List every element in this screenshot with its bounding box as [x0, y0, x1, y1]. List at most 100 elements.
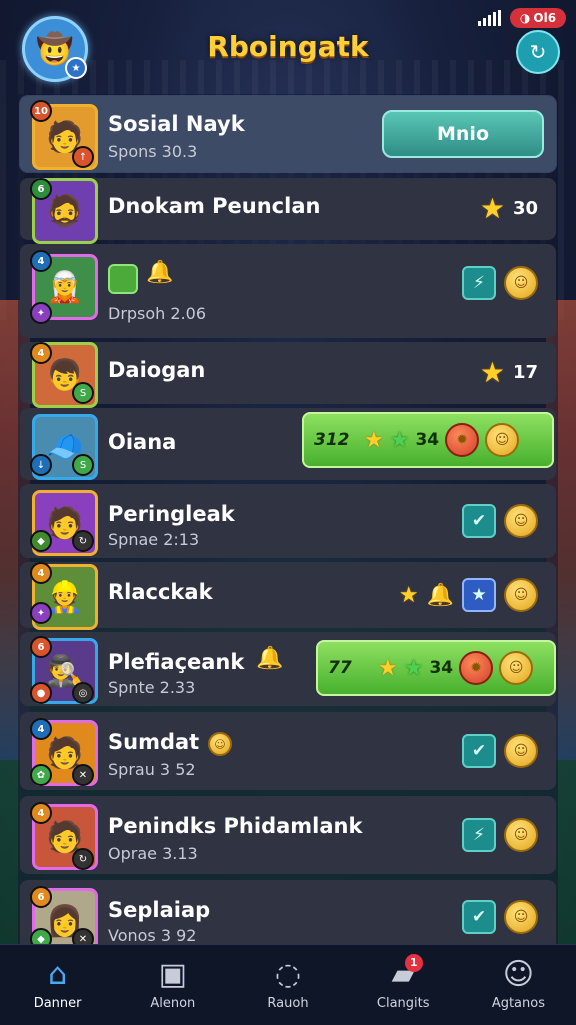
player-name: Plefiaçeank: [108, 650, 245, 674]
check-icon: ✔: [462, 900, 496, 934]
list-item[interactable]: 👦 4 S Daiogan ★ 17: [20, 342, 556, 408]
list-item[interactable]: 🧑 ◆ ↻ Peringleak Spnae 2:13 ✔ ☺: [20, 484, 556, 558]
nav-label: Agtanos: [491, 995, 545, 1011]
player-stat: Spnte 2.33: [108, 678, 196, 697]
list-item[interactable]: 🧔 6 Dnokam Peunclan ★ 30: [20, 178, 556, 244]
list-item[interactable]: 👷 4 ✦ Rlacckak ★ 🔔 ★ ☺: [20, 562, 556, 630]
coin-icon: ☺: [504, 818, 538, 852]
signal-icon: [478, 10, 501, 26]
bell-icon: 🔔: [256, 646, 284, 671]
refresh-icon: ↻: [529, 40, 547, 64]
player-stat: Spons 30.3: [108, 142, 198, 161]
nav-label: Rauoh: [267, 995, 309, 1011]
player-name: Seplaiap: [108, 898, 211, 922]
player-stat: Oprae 3.13: [108, 844, 198, 863]
player-name: Dnokam Peunclan: [108, 194, 321, 218]
star-icon: ★: [479, 192, 505, 225]
level-badge-icon: ↻: [72, 530, 94, 552]
red-coin-icon: ✹: [459, 651, 494, 685]
row-action-button[interactable]: Mnio: [382, 110, 544, 158]
coin-icon: ☺: [504, 504, 538, 538]
row-icons: ★ 🔔 ★ ☺: [399, 578, 538, 612]
level-badge-icon: ✦: [30, 602, 52, 624]
star-icon: ★: [398, 582, 419, 608]
level-badge-icon: ◆: [30, 530, 52, 552]
player-stat: Drpsoh 2.06: [108, 304, 207, 323]
check-icon: ⚡: [462, 266, 496, 300]
nav-item-clock[interactable]: ◌ Rauoh: [230, 945, 345, 1025]
level-badge-icon: ✕: [72, 764, 94, 786]
refresh-button[interactable]: ↻: [516, 30, 560, 74]
page-title: Rboingatk: [207, 30, 369, 63]
score-group: ★ 17: [480, 356, 538, 389]
row-icons: ✔ ☺: [462, 504, 538, 538]
coin-icon: ☺: [485, 423, 520, 457]
score-value: 17: [512, 362, 538, 383]
bonus-right-value: 34: [415, 430, 440, 450]
nav-item-home[interactable]: ⌂ Danner: [0, 945, 115, 1025]
nav-item-inbox[interactable]: ▣ Alenon: [115, 945, 230, 1025]
level-badge-icon: ●: [30, 682, 52, 704]
battery-icon: ◑: [519, 11, 531, 25]
level-badge-icon: ↻: [72, 848, 94, 870]
green-star-icon: ★: [403, 655, 424, 681]
level-badge-icon: S: [72, 454, 94, 476]
player-stat: Sprau 3 52: [108, 760, 196, 779]
rank-badge: 6: [30, 886, 52, 908]
player-name: Peringleak: [108, 502, 235, 526]
blue-star-icon: ★: [462, 578, 496, 612]
score-group: ★ 30: [480, 192, 538, 225]
player-stat: Vonos 3 92: [108, 926, 197, 945]
level-badge-icon: ↓: [30, 454, 52, 476]
player-name: Oiana: [108, 430, 177, 454]
nav-label: Clangits: [376, 995, 430, 1011]
row-icons: ✔ ☺: [462, 734, 538, 768]
bonus-left-value: 77: [328, 658, 352, 678]
coin-icon: ☺: [504, 266, 538, 300]
nav-item-profile[interactable]: ☺ Agtanos: [461, 945, 576, 1025]
list-item[interactable]: 🧝 4 ✦ 🔔 Drpsoh 2.06 ⚡ ☺: [20, 244, 556, 338]
bonus-left-value: 312: [314, 430, 350, 450]
rank-badge: 6: [30, 178, 52, 200]
player-stat: Spnae 2:13: [108, 530, 200, 549]
rank-badge: 6: [30, 636, 52, 658]
leaderboard-list[interactable]: 🧑 10 ↑ Sosial Nayk Spons 30.3 Mnio 🧔 6 D…: [18, 94, 558, 946]
red-coin-icon: ✹: [445, 423, 480, 457]
inbox-icon: ▣: [158, 956, 187, 992]
row-icons: ⚡ ☺: [462, 818, 538, 852]
battery-label: Ol6: [533, 11, 557, 25]
level-badge-icon: S: [72, 382, 94, 404]
bell-icon: 🔔: [146, 260, 174, 285]
rank-badge: 4: [30, 562, 52, 584]
coin-icon: ☺: [504, 900, 538, 934]
list-item[interactable]: 🧑 10 ↑ Sosial Nayk Spons 30.3 Mnio: [20, 96, 556, 172]
rank-badge: 4: [30, 250, 52, 272]
check-icon: ⚡: [462, 818, 496, 852]
rank-badge: 10: [30, 100, 52, 122]
list-item[interactable]: 🕵 6 ● ◎ Plefiaçeank 🔔 Spnte 2.33 77 ★ ★ …: [20, 632, 556, 706]
bell-icon: 🔔: [426, 582, 454, 608]
header: 🤠 ★ Rboingatk ◑ Ol6 ↻: [0, 0, 576, 92]
list-item[interactable]: 🧑 4 ↻ Penindks Phidamlank Oprae 3.13 ⚡ ☺: [20, 796, 556, 874]
coin-icon: ☺: [504, 734, 538, 768]
rank-badge: 4: [30, 718, 52, 740]
bonus-right-value: 34: [429, 658, 454, 678]
rank-badge: 4: [30, 342, 52, 364]
notification-badge: 1: [404, 953, 423, 972]
player-name: Penindks Phidamlank: [108, 814, 363, 838]
nav-label: Alenon: [150, 995, 196, 1011]
player-name: Rlacckak: [108, 580, 213, 604]
green-star-icon: ★: [389, 427, 410, 453]
list-item[interactable]: 🧢 ↓ S Oiana 312 ★ ★ 34 ✹ ☺: [20, 408, 556, 480]
check-icon: ✔: [462, 504, 496, 538]
list-item[interactable]: 👩 6 ◆ ✕ Seplaiap Vonos 3 92 ✔ ☺: [20, 880, 556, 946]
bonus-bar[interactable]: 77 ★ ★ 34 ✹ ☺: [316, 640, 556, 696]
battery-badge: ◑ Ol6: [510, 8, 566, 28]
level-badge-icon: ✦: [30, 302, 52, 324]
player-name: Sosial Nayk: [108, 112, 245, 136]
check-icon: ✔: [462, 734, 496, 768]
level-badge-icon: ↑: [72, 146, 94, 168]
bonus-bar[interactable]: 312 ★ ★ 34 ✹ ☺: [302, 412, 554, 468]
list-item[interactable]: 🧑 4 ✿ ✕ Sumdat ☺ Sprau 3 52 ✔ ☺: [20, 712, 556, 790]
nav-item-chat[interactable]: ▰ 1 Clangits: [346, 945, 461, 1025]
